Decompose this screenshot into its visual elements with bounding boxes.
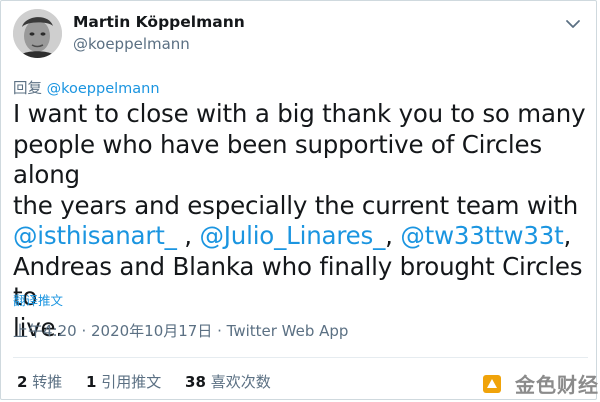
quotes-count: 1: [86, 373, 97, 391]
likes-count: 38: [185, 373, 206, 391]
divider: [13, 357, 588, 358]
quotes-stat[interactable]: 1 引用推文: [86, 373, 161, 391]
separator: ,: [385, 221, 401, 250]
author-display-name[interactable]: Martin Köppelmann: [73, 13, 245, 31]
tweet-line: Andreas and Blanka who finally brought C…: [13, 251, 583, 312]
tweet-card: Martin Köppelmann @koeppelmann 回复 @koepp…: [0, 0, 599, 400]
tweet-line: the years and especially the current tea…: [13, 190, 579, 220]
tweet-mentions-line: @isthisanart_ , @Julio_Linares_, @tw33tt…: [13, 221, 591, 252]
reply-mention-link[interactable]: @koeppelmann: [47, 81, 160, 97]
reply-prefix: 回复: [13, 81, 42, 97]
replying-to: 回复 @koeppelmann: [13, 77, 160, 98]
separator: ,: [563, 221, 572, 250]
retweets-count: 2: [17, 373, 28, 391]
chevron-down-icon: [566, 20, 580, 28]
engagement-stats: 2 转推 1 引用推文 38 喜欢次数: [17, 371, 290, 392]
more-options-button[interactable]: [562, 13, 584, 35]
tweet-line: I want to close with a big thank you to …: [13, 99, 586, 128]
mention-link[interactable]: @Julio_Linares_: [199, 221, 385, 250]
avatar[interactable]: [13, 9, 62, 58]
separator: ,: [176, 221, 200, 250]
translate-tweet-link[interactable]: 翻译推文: [13, 290, 63, 309]
quotes-label: 引用推文: [101, 373, 162, 391]
mention-link[interactable]: @tw33ttw33t: [400, 221, 563, 250]
tweet-line: people who have been supportive of Circl…: [13, 129, 542, 190]
avatar-photo-icon: [13, 9, 62, 58]
mention-link[interactable]: @isthisanart_: [13, 221, 177, 250]
likes-stat[interactable]: 38 喜欢次数: [185, 373, 271, 391]
retweets-stat[interactable]: 2 转推: [17, 373, 62, 391]
author-handle[interactable]: @koeppelmann: [73, 35, 190, 53]
tweet-timestamp[interactable]: 上午4:20 · 2020年10月17日 · Twitter Web App: [13, 320, 348, 341]
retweets-label: 转推: [32, 373, 63, 391]
watermark-text: 金色财经: [514, 373, 599, 397]
tweet-text: I want to close with a big thank you to …: [13, 99, 591, 343]
likes-label: 喜欢次数: [210, 373, 271, 391]
watermark: 金色财经: [481, 369, 599, 397]
watermark-logo-icon: [483, 374, 501, 393]
